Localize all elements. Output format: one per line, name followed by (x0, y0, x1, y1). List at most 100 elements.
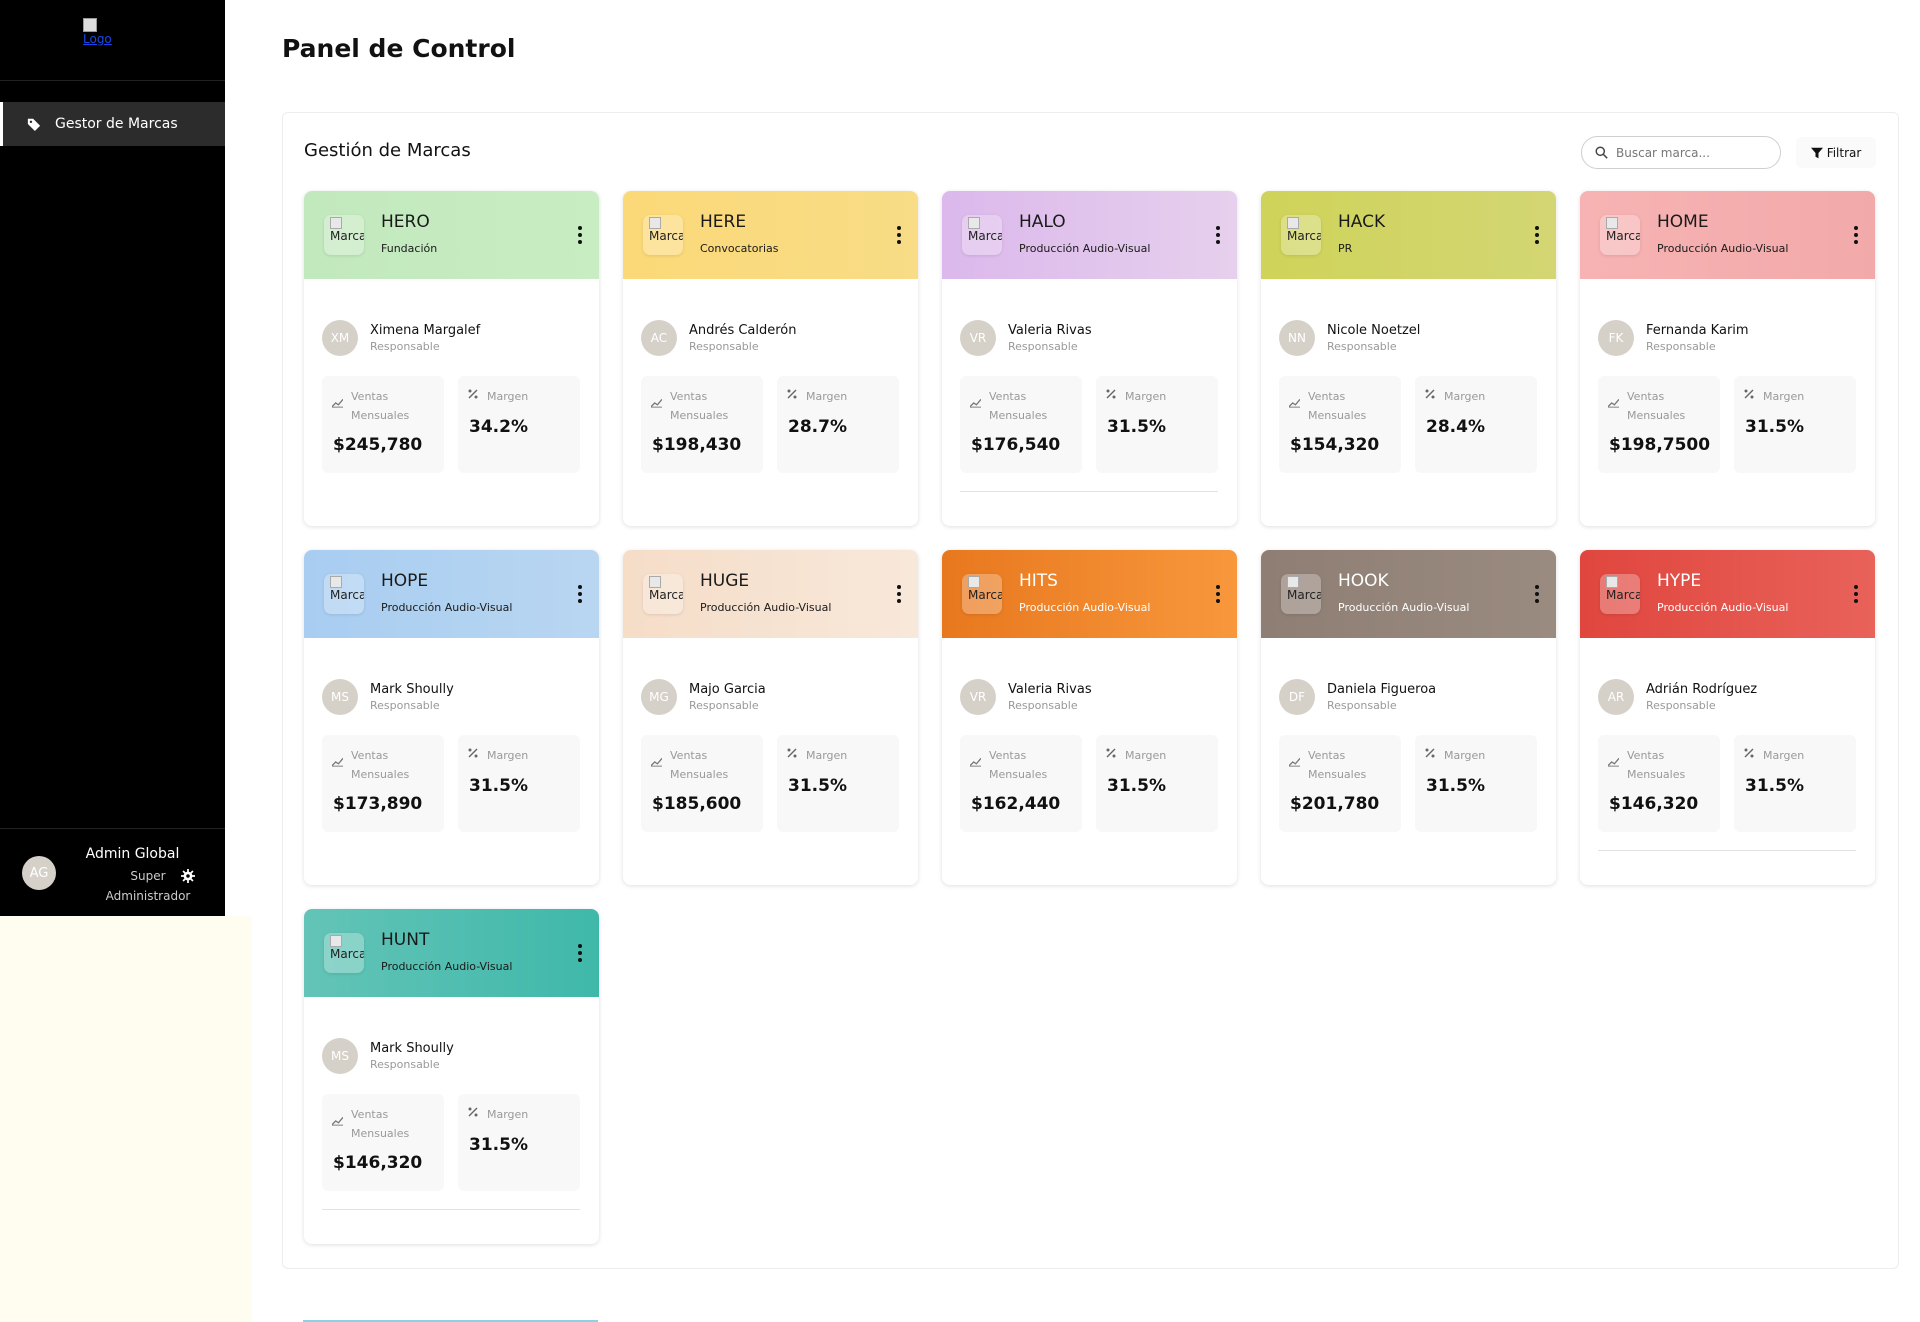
brand-card[interactable]: Marca HITS Producción Audio-Visual VR Va… (942, 550, 1237, 885)
monthly-sales-stat: Ventas Mensuales $162,440 (960, 735, 1082, 832)
more-options-icon[interactable] (576, 226, 584, 244)
sidebar-item-gestor-de-marcas[interactable]: Gestor de Marcas (0, 102, 225, 146)
responsible-role: Responsable (370, 1058, 440, 1071)
brand-card-header: Marca HOOK Producción Audio-Visual (1261, 550, 1556, 638)
trending-up-icon (1289, 757, 1300, 767)
margin-label: Margen (1763, 749, 1805, 762)
more-options-icon[interactable] (1852, 226, 1860, 244)
more-options-icon[interactable] (1533, 585, 1541, 603)
brand-card[interactable]: Marca HUNT Producción Audio-Visual MS Ma… (304, 909, 599, 1244)
brand-card-header: Marca HUNT Producción Audio-Visual (304, 909, 599, 997)
more-options-icon[interactable] (1214, 585, 1222, 603)
broken-image-icon (968, 217, 980, 229)
brand-logo: Marca (324, 933, 364, 973)
filter-button[interactable]: Filtrar (1796, 137, 1876, 168)
card-divider (1598, 850, 1856, 851)
brand-logo-alt: Marca (1606, 229, 1640, 243)
monthly-sales-stat: Ventas Mensuales $198,7500 (1598, 376, 1720, 473)
sales-value: $162,440 (971, 794, 1061, 814)
brand-name: HOOK (1338, 571, 1389, 591)
brand-card[interactable]: Marca HOPE Producción Audio-Visual MS Ma… (304, 550, 599, 885)
brand-logo: Marca (1600, 574, 1640, 614)
percent-icon (468, 1107, 478, 1117)
sales-label: Ventas Mensuales (1308, 390, 1367, 422)
search-box (1581, 136, 1781, 169)
brand-name: HUNT (381, 930, 430, 950)
more-options-icon[interactable] (895, 226, 903, 244)
trending-up-icon (332, 1116, 343, 1126)
sales-label: Ventas Mensuales (1627, 390, 1686, 422)
brand-logo-alt: Marca (649, 588, 683, 602)
brand-category: Producción Audio-Visual (381, 601, 513, 614)
more-options-icon[interactable] (1214, 226, 1222, 244)
responsible-name: Mark Shoully (370, 682, 454, 697)
brand-category: Producción Audio-Visual (1019, 242, 1151, 255)
sales-label: Ventas Mensuales (670, 390, 729, 422)
margin-value: 31.5% (1745, 776, 1804, 796)
broken-image-icon (1606, 217, 1618, 229)
brand-card[interactable]: Marca HERE Convocatorias AC Andrés Calde… (623, 191, 918, 526)
brand-card[interactable]: Marca HOOK Producción Audio-Visual DF Da… (1261, 550, 1556, 885)
brand-card[interactable]: Marca HERO Fundación XM Ximena Margalef … (304, 191, 599, 526)
responsible-role: Responsable (689, 340, 759, 353)
percent-icon (1744, 748, 1754, 758)
monthly-sales-stat: Ventas Mensuales $146,320 (1598, 735, 1720, 832)
more-options-icon[interactable] (576, 944, 584, 962)
brand-category: Producción Audio-Visual (1657, 601, 1789, 614)
brand-card[interactable]: Marca HOME Producción Audio-Visual FK Fe… (1580, 191, 1875, 526)
brand-name: HUGE (700, 571, 750, 591)
search-icon (1595, 146, 1608, 159)
responsible-person: MS Mark Shoully Responsable (322, 1038, 454, 1074)
margin-stat: Margen 31.5% (458, 735, 580, 832)
more-options-icon[interactable] (895, 585, 903, 603)
avatar: MG (641, 679, 677, 715)
responsible-role: Responsable (1646, 699, 1716, 712)
sales-label: Ventas Mensuales (989, 749, 1048, 781)
percent-icon (787, 748, 797, 758)
brand-card[interactable]: Marca HYPE Producción Audio-Visual AR Ad… (1580, 550, 1875, 885)
brand-category: Producción Audio-Visual (381, 960, 513, 973)
sales-value: $176,540 (971, 435, 1061, 455)
trending-up-icon (970, 398, 981, 408)
margin-value: 31.5% (1745, 417, 1804, 437)
filter-label: Filtrar (1826, 145, 1862, 160)
brand-card[interactable]: Marca HUGE Producción Audio-Visual MG Ma… (623, 550, 918, 885)
logo[interactable]: Logo (83, 18, 123, 52)
search-input[interactable] (1616, 145, 1766, 160)
more-options-icon[interactable] (1852, 585, 1860, 603)
user-name: Admin Global (85, 846, 180, 862)
page-title: Panel de Control (282, 34, 516, 63)
responsible-person: MS Mark Shoully Responsable (322, 679, 454, 715)
sales-value: $185,600 (652, 794, 742, 814)
avatar: AC (641, 320, 677, 356)
sales-value: $146,320 (333, 1153, 423, 1173)
brand-name: HALO (1019, 212, 1066, 232)
responsible-name: Majo Garcia (689, 682, 766, 697)
brand-category: Producción Audio-Visual (1019, 601, 1151, 614)
responsible-person: FK Fernanda Karim Responsable (1598, 320, 1749, 356)
brand-name: HERE (700, 212, 747, 232)
sales-label: Ventas Mensuales (1308, 749, 1367, 781)
margin-value: 31.5% (1107, 776, 1166, 796)
more-options-icon[interactable] (1533, 226, 1541, 244)
broken-image-icon (1287, 576, 1299, 588)
brand-logo: Marca (1281, 215, 1321, 255)
gear-icon[interactable] (181, 869, 195, 883)
card-divider (960, 491, 1218, 492)
brand-name: HITS (1019, 571, 1058, 591)
responsible-name: Valeria Rivas (1008, 323, 1092, 338)
more-options-icon[interactable] (576, 585, 584, 603)
brand-name: HACK (1338, 212, 1386, 232)
brand-card[interactable]: Marca HALO Producción Audio-Visual VR Va… (942, 191, 1237, 526)
brand-card-header: Marca HITS Producción Audio-Visual (942, 550, 1237, 638)
brand-card[interactable]: Marca HACK PR NN Nicole Noetzel Responsa… (1261, 191, 1556, 526)
responsible-person: NN Nicole Noetzel Responsable (1279, 320, 1420, 356)
trending-up-icon (651, 757, 662, 767)
sales-value: $245,780 (333, 435, 423, 455)
trending-up-icon (970, 757, 981, 767)
margin-stat: Margen 28.7% (777, 376, 899, 473)
brand-category: Fundación (381, 242, 438, 255)
trending-up-icon (332, 398, 343, 408)
responsible-name: Valeria Rivas (1008, 682, 1092, 697)
sales-label: Ventas Mensuales (351, 390, 410, 422)
